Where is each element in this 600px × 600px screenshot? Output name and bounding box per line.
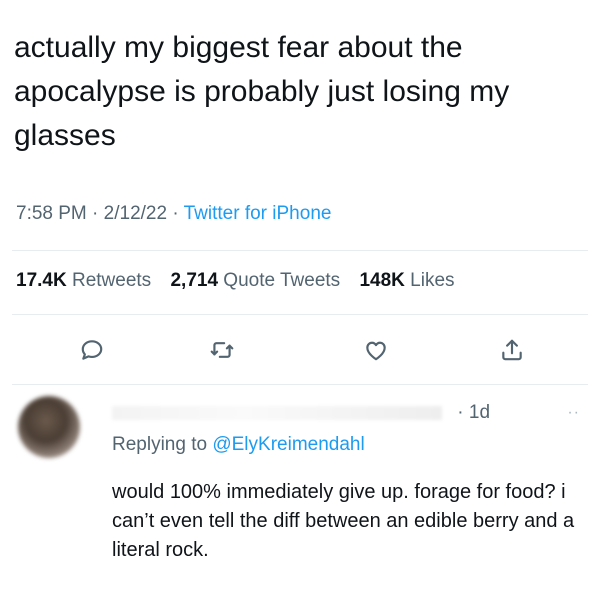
retweet-button[interactable] (202, 330, 242, 370)
reply-icon (81, 340, 103, 360)
likes-count: 148K (359, 270, 405, 291)
likes-stat[interactable]: 148K Likes (359, 270, 454, 291)
more-options-icon[interactable]: ·· (567, 404, 580, 422)
tweet-date[interactable]: 2/12/22 (104, 203, 167, 224)
avatar[interactable] (18, 396, 80, 458)
reply-header: · 1d (112, 402, 490, 424)
retweets-count: 17.4K (16, 270, 67, 291)
retweet-icon (210, 342, 234, 358)
replying-prefix: Replying to (112, 434, 208, 455)
like-button[interactable] (356, 330, 396, 370)
retweets-label: Retweets (71, 270, 152, 291)
meta-separator: · (172, 203, 179, 224)
tweet-source[interactable]: Twitter for iPhone (184, 203, 332, 224)
tweet-meta: 7:58 PM · 2/12/22 · Twitter for iPhone (16, 203, 331, 225)
tweet-time: 7:58 PM (16, 203, 87, 224)
quote-tweets-count: 2,714 (170, 270, 219, 291)
likes-label: Likes (410, 270, 455, 291)
reply-button[interactable] (72, 330, 112, 370)
share-button[interactable] (492, 330, 532, 370)
tweet-text: actually my biggest fear about the apoca… (14, 31, 510, 152)
divider (12, 314, 588, 315)
share-icon (502, 339, 522, 361)
retweets-stat[interactable]: 17.4K Retweets (16, 270, 156, 291)
reply-timestamp[interactable]: · 1d (457, 402, 490, 423)
reply-text: would 100% immediately give up. forage f… (112, 481, 575, 561)
tweet-actions (0, 330, 600, 370)
replying-handle[interactable]: @ElyKreimendahl (212, 434, 364, 455)
meta-separator: · (92, 203, 99, 224)
like-icon (366, 341, 386, 361)
quote-tweets-label: Quote Tweets (223, 270, 341, 291)
reply-tweet[interactable]: · 1d ·· Replying to @ElyKreimendahl woul… (0, 388, 600, 588)
replying-to: Replying to @ElyKreimendahl (112, 434, 365, 456)
redacted-username[interactable] (112, 405, 442, 420)
divider (12, 384, 588, 385)
divider (12, 250, 588, 251)
quote-tweets-stat[interactable]: 2,714 Quote Tweets (170, 270, 345, 291)
tweet-stats: 17.4K Retweets 2,714 Quote Tweets 148K L… (16, 270, 469, 292)
